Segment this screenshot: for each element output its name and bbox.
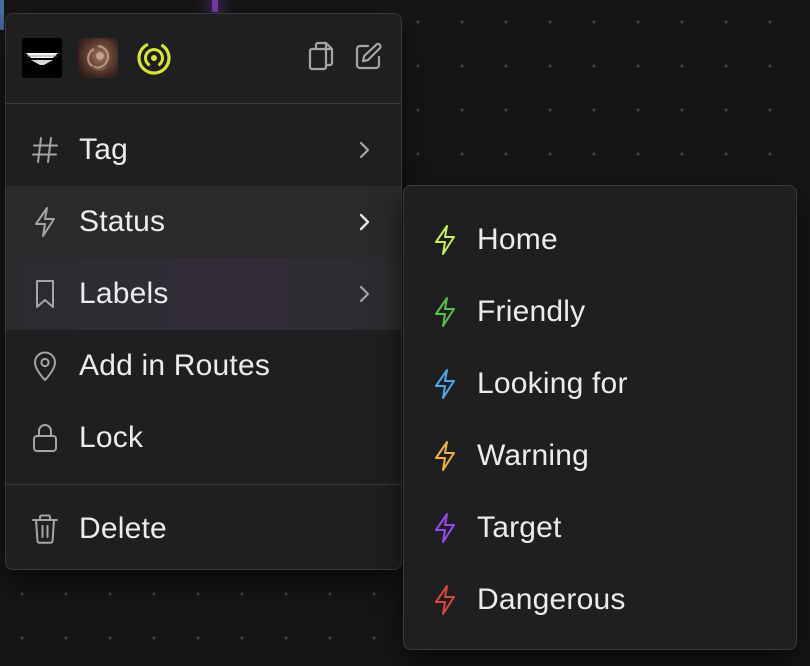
menu-item-status[interactable]: Status [6,186,401,258]
status-option-label: Warning [477,439,589,472]
status-option-label: Friendly [477,295,586,328]
status-option-target[interactable]: Target [404,492,796,564]
hash-icon [30,135,60,165]
status-option-looking-for[interactable]: Looking for [404,348,796,420]
bolt-icon [430,585,460,615]
status-option-home[interactable]: Home [404,204,796,276]
status-submenu: Home Friendly Looking for Warning Target… [403,185,797,650]
menu-item-label: Tag [79,133,128,166]
menu-item-add-in-routes[interactable]: Add in Routes [6,330,401,402]
canvas-node-edge [0,0,4,30]
context-menu: Tag Status Labels Add in Routes Lock Del… [5,13,402,570]
status-option-label: Dangerous [477,583,626,616]
edit-button[interactable] [353,42,385,74]
menu-item-tag[interactable]: Tag [6,114,401,186]
menu-item-label: Add in Routes [79,349,271,382]
status-option-dangerous[interactable]: Dangerous [404,564,796,636]
avatar[interactable] [78,38,118,78]
avatar[interactable] [134,38,174,78]
bolt-icon [430,225,460,255]
chevron-right-icon [354,212,374,232]
edit-icon [354,41,384,76]
menu-item-label: Status [79,205,166,238]
bolt-icon [430,297,460,327]
trash-icon [30,514,60,544]
status-option-label: Target [477,511,562,544]
status-option-warning[interactable]: Warning [404,420,796,492]
menu-item-lock[interactable]: Lock [6,402,401,474]
bolt-icon [430,441,460,471]
status-option-label: Looking for [477,367,628,400]
bolt-icon [30,207,60,237]
copy-icon [307,41,335,76]
menu-item-labels[interactable]: Labels [6,258,401,330]
menu-item-label: Lock [79,421,144,454]
lock-icon [30,423,60,453]
menu-item-label: Delete [79,512,167,545]
map-pin-icon [30,351,60,381]
copy-button[interactable] [305,41,337,76]
menu-header [6,14,401,103]
bolt-icon [430,513,460,543]
bolt-icon [430,369,460,399]
avatar[interactable] [22,38,62,78]
status-option-friendly[interactable]: Friendly [404,276,796,348]
status-option-label: Home [477,223,558,256]
canvas-node-edge-purple [212,0,218,12]
chevron-right-icon [354,140,374,160]
menu-item-label: Labels [79,277,169,310]
bookmark-icon [30,279,60,309]
chevron-right-icon [354,284,374,304]
menu-item-delete[interactable]: Delete [6,493,401,565]
